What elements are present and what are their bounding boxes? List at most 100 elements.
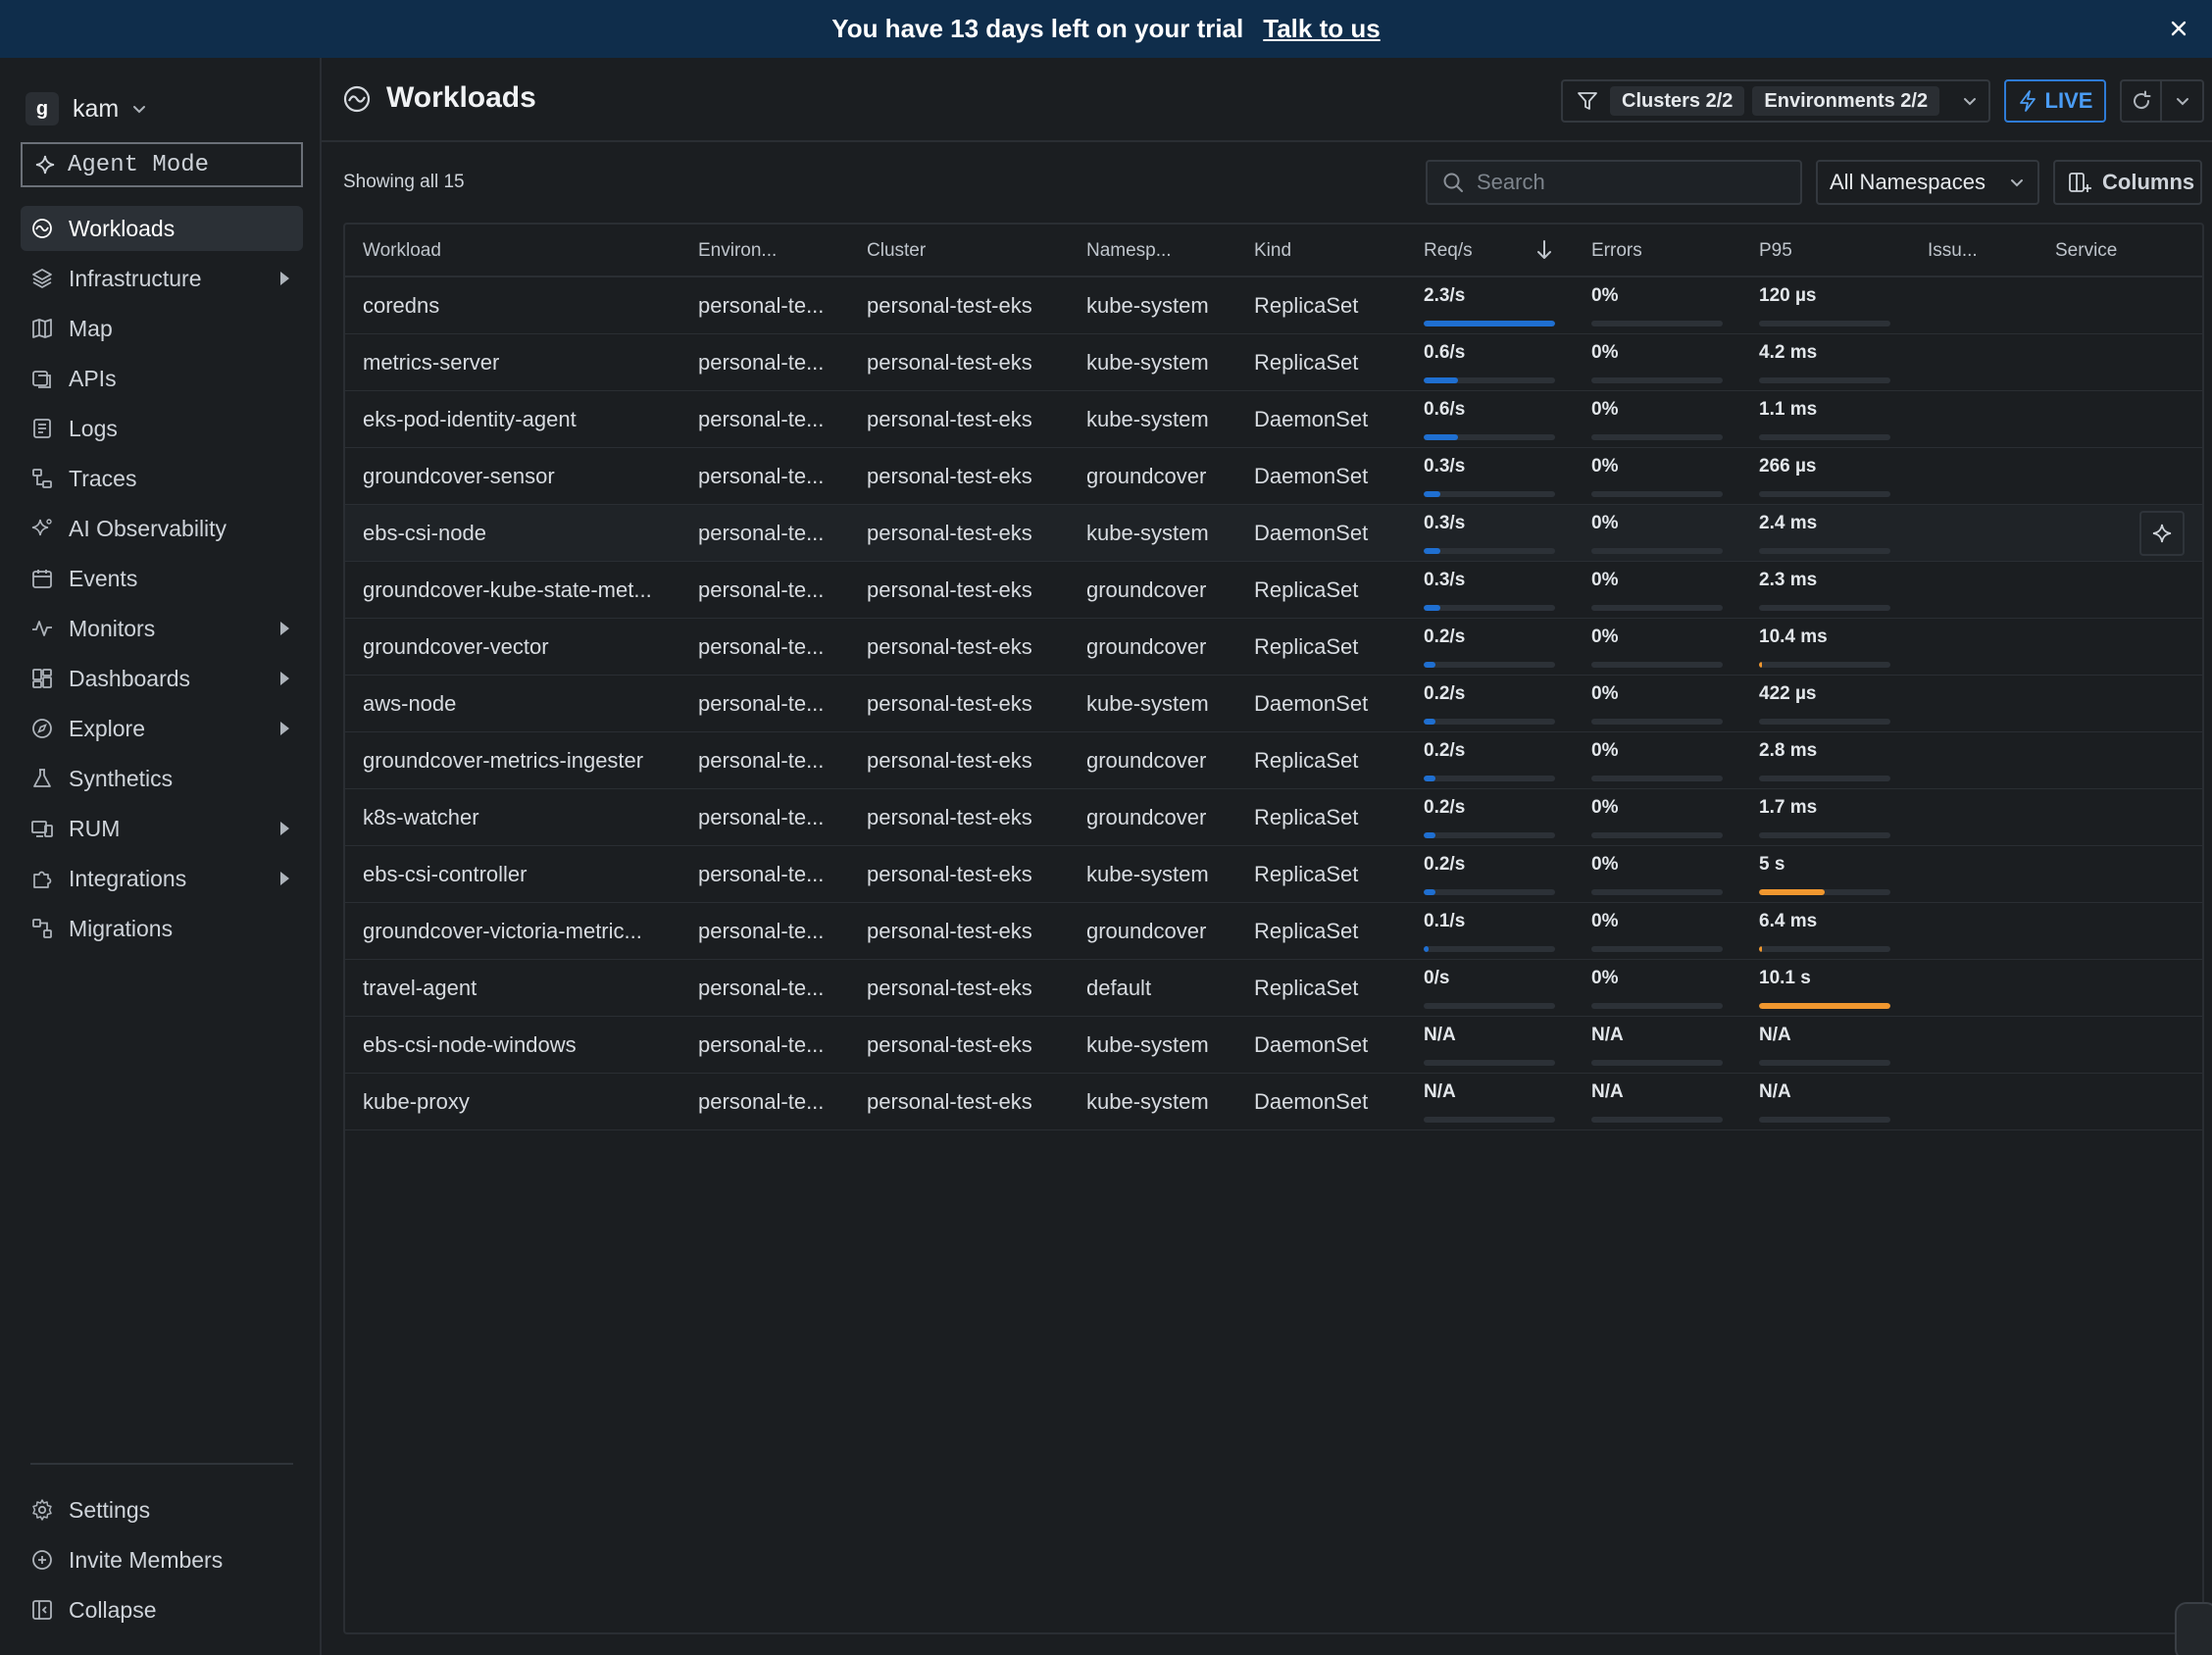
sort-descending-icon[interactable] — [1533, 238, 1555, 262]
trial-message: You have 13 days left on your trial — [831, 14, 1244, 43]
workload-name[interactable]: groundcover-metrics-ingester — [363, 748, 677, 774]
workload-name[interactable]: groundcover-victoria-metric... — [363, 919, 677, 944]
col-header-cluster[interactable]: Cluster — [867, 240, 926, 262]
sidebar-item-label: Invite Members — [69, 1546, 224, 1573]
sidebar-item-collapse[interactable]: Collapse — [21, 1587, 303, 1632]
p95-cell: 2.3 ms — [1759, 570, 1890, 611]
workload-name[interactable]: ebs-csi-controller — [363, 862, 677, 887]
errors-cell: 0% — [1591, 513, 1723, 554]
workload-name[interactable]: k8s-watcher — [363, 805, 677, 830]
workload-name[interactable]: travel-agent — [363, 976, 677, 1001]
sidebar-item-infrastructure[interactable]: Infrastructure — [21, 256, 303, 301]
sidebar-item-dashboards[interactable]: Dashboards — [21, 656, 303, 701]
workloads-icon — [32, 219, 52, 238]
workload-name[interactable]: metrics-server — [363, 350, 677, 376]
page-title: Workloads — [386, 81, 536, 114]
live-button[interactable]: LIVE — [2004, 79, 2106, 123]
sidebar-item-integrations[interactable]: Integrations — [21, 856, 303, 901]
workload-name[interactable]: groundcover-kube-state-met... — [363, 577, 677, 603]
col-header-service[interactable]: Service — [2055, 240, 2117, 262]
errors-cell: 0% — [1591, 968, 1723, 1009]
workload-name[interactable]: groundcover-vector — [363, 634, 677, 660]
sidebar-item-apis[interactable]: APIs — [21, 356, 303, 401]
sidebar-item-settings[interactable]: Settings — [21, 1487, 303, 1532]
environments-chip[interactable]: Environments 2/2 — [1752, 86, 1940, 116]
workload-name[interactable]: ebs-csi-node-windows — [363, 1032, 677, 1058]
sidebar-item-workloads[interactable]: Workloads — [21, 206, 303, 251]
req-bar-fill — [1424, 491, 1441, 497]
agent-mode-button[interactable]: Agent Mode — [21, 142, 303, 187]
sidebar-item-logs[interactable]: Logs — [21, 406, 303, 451]
workload-name[interactable]: ebs-csi-node — [363, 521, 677, 546]
sidebar-item-migrations[interactable]: Migrations — [21, 906, 303, 951]
sidebar-item-traces[interactable]: Traces — [21, 456, 303, 501]
talk-to-us-link[interactable]: Talk to us — [1263, 14, 1380, 44]
sidebar-item-label: Monitors — [69, 615, 156, 641]
workload-name[interactable]: eks-pod-identity-agent — [363, 407, 677, 432]
col-header-workload[interactable]: Workload — [363, 240, 441, 262]
table-row[interactable]: coredns personal-te... personal-test-eks ku… — [345, 277, 2202, 334]
ask-agent-button[interactable] — [2139, 511, 2185, 556]
refresh-options-button[interactable] — [2162, 81, 2202, 121]
table-row[interactable]: groundcover-vector personal-te... personal… — [345, 619, 2202, 676]
table-row[interactable]: ebs-csi-node-windows personal-te... person… — [345, 1017, 2202, 1074]
workload-name[interactable]: groundcover-sensor — [363, 464, 677, 489]
namespace-cell: groundcover — [1086, 805, 1207, 829]
errors-bar — [1591, 548, 1723, 554]
sidebar-item-ai-observability[interactable]: AI Observability — [21, 506, 303, 551]
environment-cell: personal-te... — [698, 919, 825, 943]
namespace-cell: kube-system — [1086, 862, 1209, 886]
sidebar-item-explore[interactable]: Explore — [21, 706, 303, 751]
sidebar-item-rum[interactable]: RUM — [21, 806, 303, 851]
search-box[interactable] — [1426, 160, 1802, 205]
p95-cell: 2.8 ms — [1759, 740, 1890, 781]
table-row[interactable]: groundcover-sensor personal-te... personal… — [345, 448, 2202, 505]
sidebar-nav: Workloads Infrastructure Map APIs Logs Traces… — [21, 206, 303, 956]
req-bar-fill — [1424, 548, 1441, 554]
workload-name[interactable]: kube-proxy — [363, 1089, 677, 1115]
table-row[interactable]: groundcover-victoria-metric... personal-t… — [345, 903, 2202, 960]
col-header-kind[interactable]: Kind — [1254, 240, 1291, 262]
req-bar — [1424, 1117, 1555, 1123]
table-row[interactable]: k8s-watcher personal-te... personal-test-e… — [345, 789, 2202, 846]
sidebar-item-monitors[interactable]: Monitors — [21, 606, 303, 651]
col-header-issues[interactable]: Issu... — [1928, 240, 1978, 262]
table-row[interactable]: aws-node personal-te... personal-test-eks k… — [345, 676, 2202, 732]
col-header-environment[interactable]: Environ... — [698, 240, 777, 262]
namespace-select[interactable]: All Namespaces — [1816, 160, 2039, 205]
caret-right-icon — [280, 272, 289, 285]
floating-handle[interactable] — [2175, 1602, 2212, 1655]
col-header-namespace[interactable]: Namesp... — [1086, 240, 1172, 262]
clusters-chip[interactable]: Clusters 2/2 — [1610, 86, 1745, 116]
table-row[interactable]: groundcover-kube-state-met... personal-te… — [345, 562, 2202, 619]
columns-button[interactable]: Columns — [2053, 160, 2202, 205]
sidebar-item-events[interactable]: Events — [21, 556, 303, 601]
workload-name[interactable]: coredns — [363, 293, 677, 319]
table-row[interactable]: travel-agent personal-te... personal-test-… — [345, 960, 2202, 1017]
sidebar-item-label: Synthetics — [69, 765, 174, 791]
req-bar — [1424, 434, 1555, 440]
p95-value: 10.4 ms — [1759, 627, 1828, 647]
col-header-errors[interactable]: Errors — [1591, 240, 1642, 262]
sidebar-item-synthetics[interactable]: Synthetics — [21, 756, 303, 801]
scope-filter[interactable]: Clusters 2/2 Environments 2/2 — [1561, 79, 1990, 123]
col-header-req[interactable]: Req/s — [1424, 240, 1473, 262]
table-row[interactable]: metrics-server personal-te... personal-tes… — [345, 334, 2202, 391]
sidebar-item-invite-members[interactable]: Invite Members — [21, 1537, 303, 1582]
search-input[interactable] — [1477, 170, 1790, 195]
workload-name[interactable]: aws-node — [363, 691, 677, 717]
table-row[interactable]: ebs-csi-controller personal-te... personal… — [345, 846, 2202, 903]
table-row[interactable]: eks-pod-identity-agent personal-te... pers… — [345, 391, 2202, 448]
table-row[interactable]: kube-proxy personal-te... personal-test-ek… — [345, 1074, 2202, 1130]
cluster-cell: personal-test-eks — [867, 1089, 1032, 1114]
refresh-button[interactable] — [2122, 81, 2163, 121]
close-banner-icon[interactable] — [2163, 13, 2194, 44]
table-row[interactable]: ebs-csi-node personal-te... personal-test-… — [345, 505, 2202, 562]
sidebar-item-map[interactable]: Map — [21, 306, 303, 351]
errors-cell: 0% — [1591, 911, 1723, 952]
cluster-cell: personal-test-eks — [867, 862, 1032, 886]
table-row[interactable]: groundcover-metrics-ingester personal-te.… — [345, 732, 2202, 789]
p95-cell: 5 s — [1759, 854, 1890, 895]
org-switcher[interactable]: g kam — [25, 85, 148, 132]
col-header-p95[interactable]: P95 — [1759, 240, 1792, 262]
